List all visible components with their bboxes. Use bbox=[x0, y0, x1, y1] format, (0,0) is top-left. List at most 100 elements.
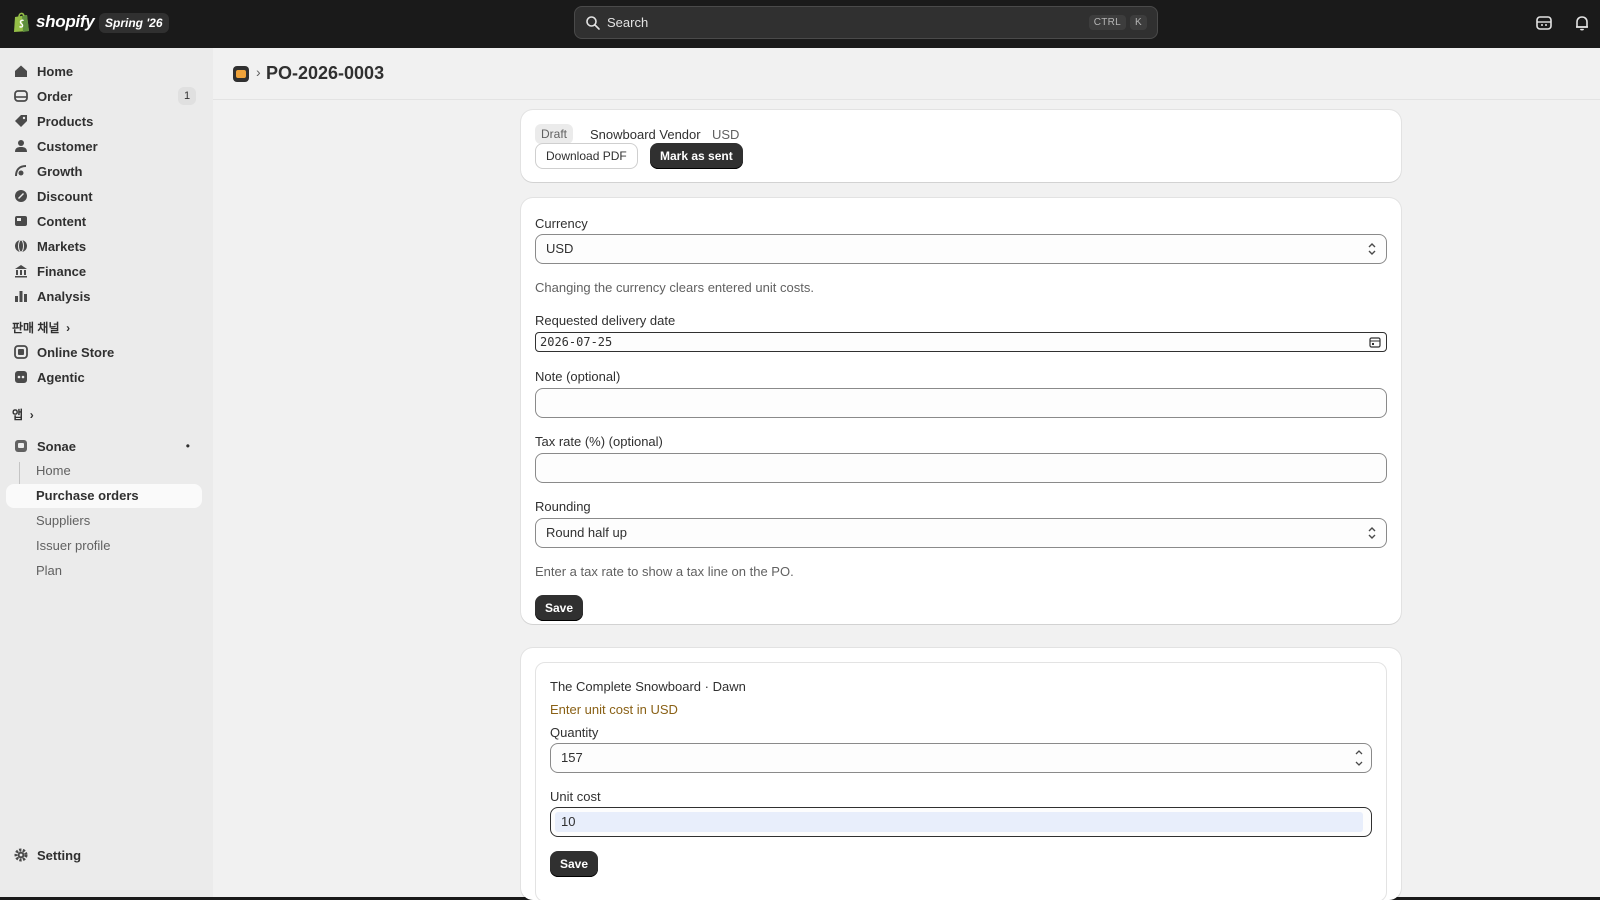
sidebar-item-content[interactable]: Content bbox=[6, 209, 202, 233]
sidebar: Home Order 1 Products Customer Growth Di… bbox=[0, 48, 213, 897]
vendor-name: Snowboard Vendor bbox=[590, 127, 701, 142]
agentic-icon bbox=[15, 371, 27, 383]
currency-select[interactable]: USD bbox=[535, 234, 1387, 264]
quantity-label: Quantity bbox=[550, 725, 599, 740]
bank-icon bbox=[15, 265, 27, 278]
save-settings-button[interactable]: Save bbox=[535, 595, 584, 621]
sidebar-item-label: Growth bbox=[37, 163, 83, 179]
store-icon bbox=[14, 345, 28, 359]
search-placeholder: Search bbox=[607, 15, 649, 30]
currency-label: Currency bbox=[535, 216, 588, 231]
sidebar-item-growth[interactable]: Growth bbox=[6, 159, 202, 183]
sidebar-item-finance[interactable]: Finance bbox=[6, 259, 202, 283]
growth-icon bbox=[15, 165, 27, 177]
status-badge: Draft bbox=[535, 124, 574, 144]
text-selection-highlight bbox=[555, 812, 1363, 832]
sidebar-item-label: Online Store bbox=[37, 344, 115, 360]
line-item: The Complete Snowboard · Dawn Enter unit… bbox=[535, 662, 1387, 900]
sidebar-item-analysis[interactable]: Analysis bbox=[6, 284, 202, 308]
tag-icon bbox=[15, 115, 27, 127]
note-input[interactable] bbox=[535, 388, 1387, 418]
notification-bell-icon[interactable] bbox=[1573, 14, 1591, 32]
unit-cost-label: Unit cost bbox=[550, 789, 601, 804]
search-bar[interactable]: Search CTRL K bbox=[574, 6, 1158, 39]
select-chevron-icon bbox=[1368, 243, 1376, 255]
sidebar-subitem-home[interactable]: Home bbox=[6, 459, 202, 483]
home-icon bbox=[15, 65, 27, 77]
chevron-right-icon: › bbox=[62, 321, 71, 335]
shortcut-ctrl: CTRL bbox=[1088, 15, 1127, 30]
stepper-arrows-icon[interactable] bbox=[1353, 747, 1365, 769]
calendar-icon[interactable] bbox=[1369, 336, 1381, 348]
person-icon bbox=[15, 140, 27, 152]
app-icon[interactable] bbox=[233, 66, 249, 82]
currency-help-text: Changing the currency clears entered uni… bbox=[535, 280, 814, 295]
page-title: PO-2026-0003 bbox=[266, 63, 385, 83]
shopify-bag-icon bbox=[14, 12, 29, 32]
shortcut-k: K bbox=[1130, 15, 1147, 30]
sidebar-item-home[interactable]: Home bbox=[6, 59, 202, 83]
sidebar-item-order[interactable]: Order 1 bbox=[6, 84, 202, 108]
sidebar-item-online-store[interactable]: Online Store bbox=[6, 340, 202, 364]
shopify-logo[interactable]: shopify bbox=[12, 11, 95, 33]
sidebar-subitem-suppliers[interactable]: Suppliers bbox=[6, 509, 202, 533]
sidebar-subitem-purchase-orders[interactable]: Purchase orders bbox=[6, 484, 202, 508]
sidebar-item-markets[interactable]: Markets bbox=[6, 234, 202, 258]
quantity-value: 157 bbox=[561, 750, 583, 765]
sidebar-item-label: Discount bbox=[37, 188, 93, 204]
tax-rate-label: Tax rate (%) (optional) bbox=[535, 434, 663, 449]
sidebar-item-label: Sonae bbox=[37, 438, 77, 454]
sidebar-item-customer[interactable]: Customer bbox=[6, 134, 202, 158]
po-settings-card: Currency USD Changing the currency clear… bbox=[521, 198, 1401, 624]
sidebar-item-label: Agentic bbox=[37, 369, 85, 385]
sidebar-item-agentic[interactable]: Agentic bbox=[6, 365, 202, 389]
unit-cost-input[interactable]: 10 bbox=[550, 807, 1372, 837]
rounding-select[interactable]: Round half up bbox=[535, 518, 1387, 548]
delivery-date-value: 2026-07-25 bbox=[540, 335, 613, 349]
sidebar-item-label: Products bbox=[37, 113, 94, 129]
line-items-card: The Complete Snowboard · Dawn Enter unit… bbox=[521, 648, 1401, 900]
sidebar-item-discount[interactable]: Discount bbox=[6, 184, 202, 208]
chevron-right-icon: › bbox=[26, 408, 34, 422]
unit-cost-warning: Enter unit cost in USD bbox=[550, 702, 678, 717]
sonae-app-icon bbox=[15, 440, 27, 452]
sidebar-item-products[interactable]: Products bbox=[6, 109, 202, 133]
sidebar-item-label: Customer bbox=[37, 138, 98, 154]
download-pdf-button[interactable]: Download PDF bbox=[535, 143, 638, 169]
discount-icon bbox=[15, 190, 27, 202]
sidebar-subitem-plan[interactable]: Plan bbox=[6, 559, 202, 583]
page-header: › PO-2026-0003 bbox=[213, 48, 1600, 100]
season-badge: Spring '26 bbox=[99, 13, 169, 33]
sidekick-icon[interactable] bbox=[1535, 14, 1553, 32]
main-frame: Home Order 1 Products Customer Growth Di… bbox=[0, 48, 1600, 900]
sidebar-item-label: Analysis bbox=[37, 288, 91, 304]
apps-heading[interactable]: 앱 › bbox=[12, 406, 34, 423]
top-bar: shopify Spring '26 Search CTRL K bbox=[0, 0, 1600, 48]
main-content: › PO-2026-0003 Draft Snowboard Vendor US… bbox=[213, 48, 1600, 900]
delivery-date-input[interactable]: 2026-07-25 bbox=[535, 332, 1387, 352]
order-count-badge: 1 bbox=[178, 87, 196, 105]
sidebar-item-label: Content bbox=[37, 213, 87, 229]
currency-code: USD bbox=[712, 127, 740, 142]
po-summary-card: Draft Snowboard Vendor USD Download PDF … bbox=[521, 110, 1401, 182]
sidebar-item-label: Setting bbox=[37, 847, 82, 863]
tax-rate-input[interactable] bbox=[535, 453, 1387, 483]
mark-as-sent-button[interactable]: Mark as sent bbox=[650, 143, 743, 169]
more-dot-icon[interactable]: • bbox=[186, 439, 190, 453]
sidebar-item-label: Home bbox=[37, 63, 74, 79]
sidebar-item-label: Finance bbox=[37, 263, 87, 279]
sidebar-item-setting[interactable]: Setting bbox=[6, 843, 202, 867]
sidebar-subitem-issuer-profile[interactable]: Issuer profile bbox=[6, 534, 202, 558]
rounding-label: Rounding bbox=[535, 499, 591, 514]
select-chevron-icon bbox=[1368, 527, 1376, 539]
content-icon bbox=[15, 216, 27, 226]
sidebar-item-sonae[interactable]: Sonae • bbox=[6, 434, 202, 458]
search-icon bbox=[586, 15, 600, 30]
sales-channels-heading[interactable]: 판매 채널 › bbox=[12, 319, 70, 336]
save-line-item-button[interactable]: Save bbox=[550, 851, 599, 877]
quantity-stepper[interactable]: 157 bbox=[550, 743, 1372, 773]
product-name: The Complete Snowboard · Dawn bbox=[550, 679, 746, 694]
sidebar-item-label: Markets bbox=[37, 238, 87, 254]
rounding-select-value: Round half up bbox=[546, 525, 627, 540]
breadcrumb-chevron-icon: › bbox=[256, 64, 261, 80]
